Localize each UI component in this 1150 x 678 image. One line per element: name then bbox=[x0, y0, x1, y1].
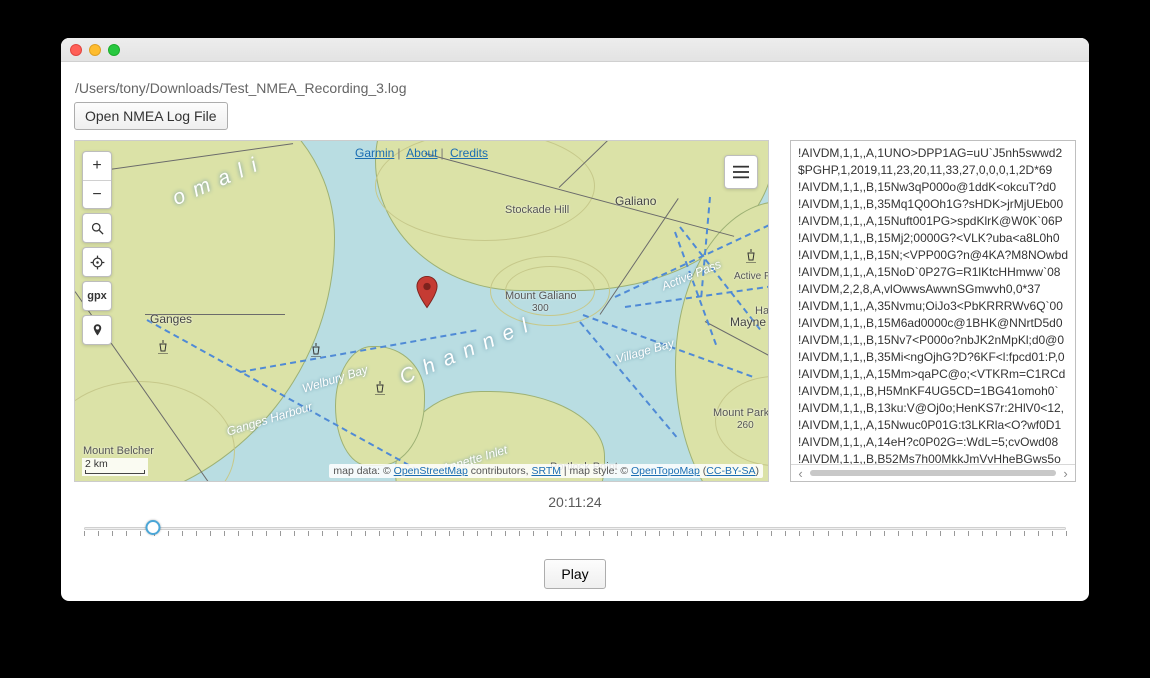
map-top-links: Garmin| About| Credits bbox=[75, 146, 768, 160]
srtm-link[interactable]: SRTM bbox=[531, 465, 561, 477]
map-label: Ganges bbox=[150, 313, 192, 325]
scroll-left-icon[interactable]: ‹ bbox=[794, 466, 807, 481]
open-log-file-button[interactable]: Open NMEA Log File bbox=[74, 102, 228, 130]
map-label: Galiano bbox=[615, 195, 656, 207]
map-label: Mount Galiano bbox=[505, 291, 577, 302]
otm-link[interactable]: OpenTopoMap bbox=[631, 465, 700, 477]
nmea-log-text[interactable]: !AIVDM,1,1,,A,1UNO>DPP1AG=uU`J5nh5swwd2$… bbox=[791, 141, 1075, 464]
time-slider[interactable] bbox=[84, 519, 1066, 537]
scroll-right-icon[interactable]: › bbox=[1059, 466, 1072, 481]
map-marker-icon bbox=[416, 275, 438, 309]
pin-button[interactable] bbox=[83, 316, 111, 344]
map-label: Mount Belcher bbox=[83, 446, 154, 457]
slider-thumb[interactable] bbox=[145, 520, 160, 535]
map-label: Hall bbox=[755, 306, 769, 317]
window-zoom-button[interactable] bbox=[108, 44, 120, 56]
garmin-link[interactable]: Garmin bbox=[355, 146, 394, 160]
search-button[interactable] bbox=[83, 214, 111, 242]
tower-icon bbox=[311, 343, 321, 357]
map-menu-button[interactable] bbox=[724, 155, 758, 189]
map-label: Mount Parke bbox=[713, 408, 769, 419]
map-label: Stockade Hill bbox=[505, 205, 569, 216]
about-link[interactable]: About bbox=[406, 146, 437, 160]
map-scalebar: 2 km bbox=[82, 458, 148, 476]
timestamp: 20:11:24 bbox=[74, 494, 1076, 510]
window-minimize-button[interactable] bbox=[89, 44, 101, 56]
tower-icon bbox=[375, 381, 385, 395]
map-label: Active Pass Lighthouse bbox=[734, 271, 769, 282]
map-controls: + − gpx bbox=[82, 151, 112, 345]
tower-icon bbox=[746, 249, 756, 263]
credits-link[interactable]: Credits bbox=[450, 146, 488, 160]
locate-button[interactable] bbox=[83, 248, 111, 276]
file-path: /Users/tony/Downloads/Test_NMEA_Recordin… bbox=[75, 80, 1076, 96]
nmea-log-panel: !AIVDM,1,1,,A,1UNO>DPP1AG=uU`J5nh5swwd2$… bbox=[790, 140, 1076, 482]
window-close-button[interactable] bbox=[70, 44, 82, 56]
titlebar bbox=[61, 38, 1089, 62]
app-window: /Users/tony/Downloads/Test_NMEA_Recordin… bbox=[61, 38, 1089, 601]
zoom-out-button[interactable]: − bbox=[83, 180, 111, 208]
map-label: Mayne bbox=[730, 316, 766, 328]
map-label: 260 bbox=[737, 421, 754, 431]
horizontal-scrollbar[interactable]: ‹ › bbox=[791, 464, 1075, 481]
map-attribution: map data: © OpenStreetMap contributors, … bbox=[329, 464, 763, 478]
osm-link[interactable]: OpenStreetMap bbox=[394, 465, 468, 477]
gpx-button[interactable]: gpx bbox=[83, 282, 111, 310]
play-button[interactable]: Play bbox=[544, 559, 605, 589]
license-link[interactable]: CC-BY-SA bbox=[706, 465, 755, 477]
map[interactable]: C h a n n e l o m a l i Galiano Stockade… bbox=[74, 140, 769, 482]
tower-icon bbox=[158, 340, 168, 354]
map-label: 300 bbox=[532, 304, 549, 314]
